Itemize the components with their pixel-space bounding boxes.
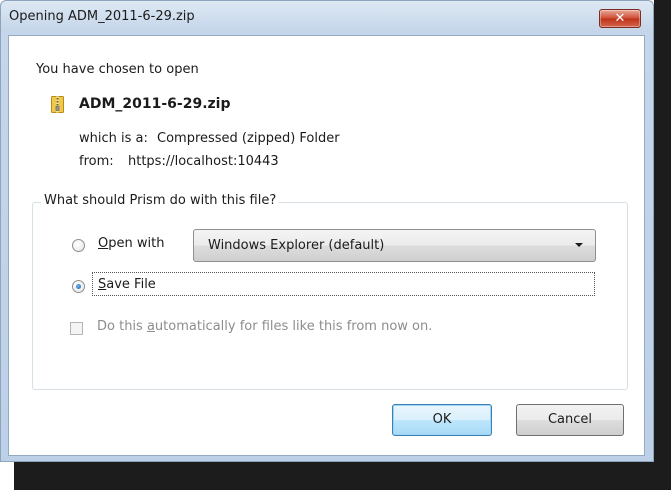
auto-action-suffix: utomatically for files like this from no… bbox=[154, 319, 433, 334]
source-url: https://localhost:10443 bbox=[128, 154, 279, 169]
open-with-label-rest: pen with bbox=[108, 236, 165, 251]
application-select-value: Windows Explorer (default) bbox=[208, 238, 385, 253]
save-file-radio[interactable] bbox=[72, 280, 85, 293]
screen: Opening ADM_2011-6-29.zip ✕ You have cho… bbox=[0, 0, 671, 490]
desktop-backdrop bbox=[654, 0, 671, 490]
window-title: Opening ADM_2011-6-29.zip bbox=[9, 9, 195, 24]
save-file-label-rest: ave File bbox=[106, 277, 156, 292]
auto-action-access-key: a bbox=[146, 319, 155, 334]
close-button[interactable]: ✕ bbox=[599, 9, 641, 28]
cancel-button[interactable]: Cancel bbox=[516, 404, 624, 436]
dialog-content: You have chosen to open ADM_2011-6-29.zi… bbox=[8, 35, 645, 456]
application-select[interactable]: Windows Explorer (default) bbox=[193, 229, 596, 262]
auto-action-prefix: Do this bbox=[97, 319, 147, 334]
save-file-focus-rect bbox=[92, 272, 595, 296]
open-with-radio[interactable] bbox=[72, 239, 85, 252]
filename: ADM_2011-6-29.zip bbox=[79, 96, 231, 112]
source-label: from: bbox=[79, 154, 114, 169]
save-file-label[interactable]: Save File bbox=[98, 277, 156, 292]
title-bar[interactable]: Opening ADM_2011-6-29.zip ✕ bbox=[1, 1, 653, 35]
file-type-label: which is a: bbox=[79, 131, 148, 146]
zip-folder-icon bbox=[51, 96, 64, 113]
chevron-down-icon bbox=[575, 243, 583, 247]
file-type-value: Compressed (zipped) Folder bbox=[157, 131, 340, 146]
auto-action-checkbox[interactable] bbox=[70, 322, 83, 335]
desktop-backdrop-bottom bbox=[14, 462, 671, 490]
chosen-text: You have chosen to open bbox=[36, 62, 199, 77]
action-group-legend: What should Prism do with this file? bbox=[41, 193, 280, 208]
open-with-access-key: O bbox=[98, 236, 109, 251]
close-icon: ✕ bbox=[614, 11, 626, 26]
ok-button[interactable]: OK bbox=[392, 404, 492, 436]
auto-action-label: Do this automatically for files like thi… bbox=[97, 319, 432, 334]
open-with-label[interactable]: Open with bbox=[98, 236, 164, 251]
download-dialog: Opening ADM_2011-6-29.zip ✕ You have cho… bbox=[0, 0, 654, 462]
